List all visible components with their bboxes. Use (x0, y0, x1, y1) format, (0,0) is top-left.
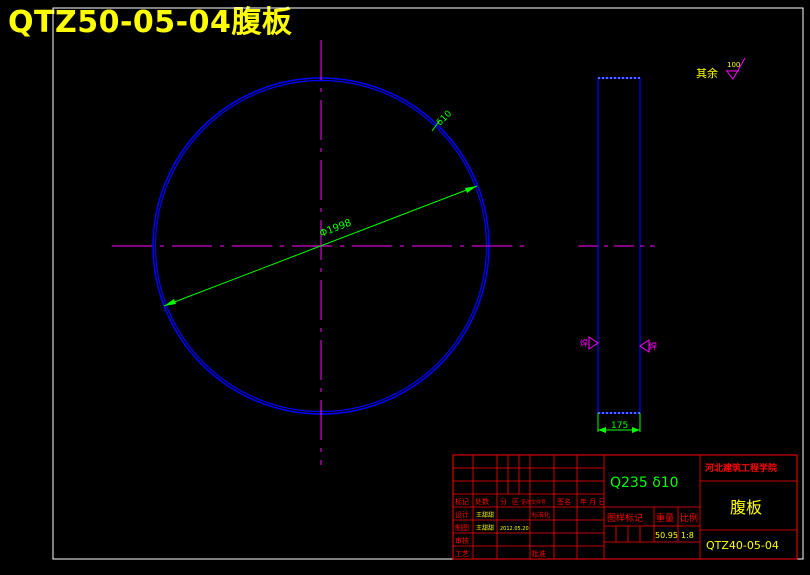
tb-part-name: 腹板 (730, 498, 762, 517)
roughness-note: 其余 100 (696, 57, 746, 80)
width-arrow-left (598, 427, 606, 433)
weld-label-left: 焊 (580, 338, 588, 348)
diameter-arrow-right (465, 186, 477, 193)
tb-header-5: 签名 (557, 497, 571, 506)
roughness-value: 100 (727, 61, 740, 69)
tb-row-role: 制图 (455, 523, 469, 532)
tb-material: Q235 δ10 (610, 475, 679, 491)
tb-weight-label: 重量 (656, 512, 674, 524)
tb-scale-value: 1:8 (681, 531, 694, 540)
tb-header-4: 更改文件号 (521, 499, 546, 506)
drawing-frame (52, 7, 804, 560)
width-label: 175 (611, 421, 628, 431)
tb-row-role: 工艺 (455, 550, 469, 558)
tb-row-extra: 标准化 (532, 511, 550, 519)
roughness-note-label: 其余 (696, 66, 718, 80)
tb-stage-label: 图样标记 (607, 512, 643, 524)
tb-row-role: 审核 (455, 536, 469, 545)
title-block: Q235 δ10 河北建筑工程学院 腹板 QTZ40-05-04 标记 处数 分… (452, 454, 798, 560)
diameter-label: Φ1998 (318, 218, 353, 240)
tb-row-name: 王甜甜 (476, 511, 494, 519)
tb-header-2: 分 (500, 497, 507, 506)
cad-drawing: Φ1998 δ10 175 焊 焊 其余 100 Q235 δ10 河北建筑工程… (52, 7, 804, 560)
tb-row-name: 王甜甜 (476, 524, 494, 532)
weld-label-right: 焊 (649, 341, 657, 351)
tb-weight-value: 50.95 (655, 531, 678, 540)
weld-symbol-left (588, 336, 599, 350)
thickness-label: δ10 (435, 109, 454, 128)
tb-header-6: 年 月 日 (580, 497, 605, 506)
width-arrow-right (632, 427, 640, 433)
tb-row-extra: 批准 (532, 549, 546, 558)
tb-header-3: 区 (512, 498, 519, 506)
side-view: 175 焊 焊 (578, 77, 657, 433)
tb-row-role: 设计 (455, 510, 469, 519)
tb-row-extra: 2012.05.20 (500, 526, 529, 532)
circle-view: Φ1998 δ10 (112, 40, 530, 465)
tb-scale-label: 比例 (680, 512, 698, 524)
tb-header-1: 处数 (475, 497, 489, 506)
tb-school: 河北建筑工程学院 (705, 462, 777, 474)
weld-symbol-right (639, 339, 650, 353)
tb-header-0: 标记 (455, 497, 469, 506)
tb-part-code: QTZ40-05-04 (706, 539, 779, 552)
